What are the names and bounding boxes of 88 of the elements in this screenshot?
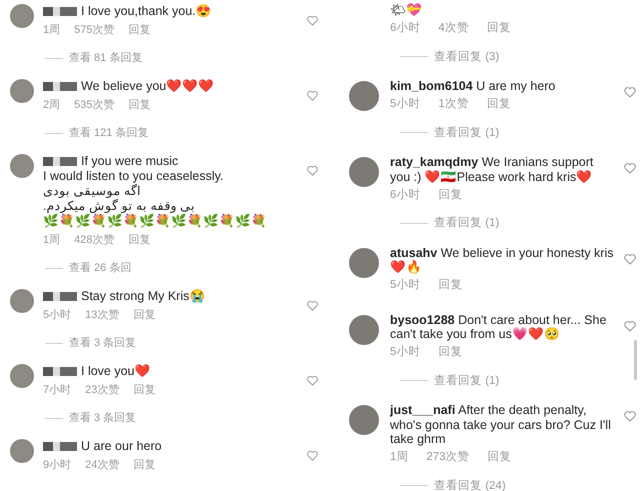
like-count: 13次赞 bbox=[85, 308, 120, 323]
comment-time: 9小时 bbox=[43, 458, 72, 473]
comment-time: 7小时 bbox=[43, 383, 72, 398]
reply-link[interactable]: 回复 bbox=[486, 21, 511, 36]
view-replies-link[interactable]: 查看回复 (3) bbox=[434, 50, 500, 64]
comment-time: 1周 bbox=[43, 23, 60, 38]
comment-time: 6小时 bbox=[390, 188, 420, 202]
like-count: 575次赞 bbox=[74, 23, 114, 38]
like-heart-icon[interactable] bbox=[306, 164, 319, 177]
pixelated-username bbox=[43, 442, 77, 451]
comment-text: raty_kamqdmy We Iranians support you :) ❤🇮🇷Please work hard kris❤ bbox=[390, 155, 594, 184]
reply-link[interactable]: 回复 bbox=[128, 23, 150, 38]
like-count: 23次赞 bbox=[85, 383, 120, 398]
reply-link[interactable]: 回复 bbox=[438, 345, 462, 360]
reply-link[interactable]: 回复 bbox=[438, 278, 462, 292]
view-replies-link[interactable]: 查看回复 (1) bbox=[434, 126, 500, 140]
view-replies-link[interactable]: 查看 3 条回复 bbox=[69, 336, 136, 351]
like-heart-icon[interactable] bbox=[306, 299, 319, 312]
view-replies-link[interactable]: 查看回复 (1) bbox=[434, 216, 500, 230]
pixelated-username bbox=[43, 7, 77, 16]
comment-text-line: I would listen to you ceaselessly. bbox=[43, 169, 224, 184]
reply-link[interactable]: 回复 bbox=[128, 233, 150, 248]
comment-text: If you were music bbox=[81, 154, 178, 169]
reply-link[interactable]: 回复 bbox=[133, 308, 156, 323]
like-heart-icon[interactable] bbox=[306, 14, 319, 27]
comment-text: U are our hero bbox=[81, 439, 162, 454]
reply-link[interactable]: 回复 bbox=[488, 450, 512, 464]
comment-text-line: بی وقفه به تو گوش میکردم. bbox=[43, 199, 195, 214]
comment-text: I love you❤ bbox=[81, 364, 151, 379]
like-heart-icon[interactable] bbox=[306, 89, 319, 102]
comment-time: 1周 bbox=[390, 450, 408, 464]
comment-time: 6小时 bbox=[390, 21, 420, 36]
comment-text: kim_bom6104 U are my hero bbox=[390, 79, 556, 94]
like-heart-icon[interactable] bbox=[306, 449, 319, 462]
comment-time: 5小时 bbox=[43, 308, 72, 323]
pixelated-username bbox=[43, 292, 77, 301]
comment-time: 1周 bbox=[43, 233, 60, 248]
avatar-photo[interactable] bbox=[349, 405, 379, 435]
pixelated-username bbox=[43, 82, 77, 91]
like-count: 24次赞 bbox=[85, 458, 120, 473]
pixelated-username bbox=[43, 157, 77, 166]
view-replies-link[interactable]: 查看回复 (24) bbox=[434, 478, 506, 491]
reply-link[interactable]: 回复 bbox=[128, 98, 150, 113]
view-replies-link[interactable]: 查看 81 条回复 bbox=[69, 51, 142, 66]
avatar-photo[interactable] bbox=[10, 79, 34, 103]
avatar-photo[interactable] bbox=[349, 81, 379, 111]
like-heart-icon[interactable] bbox=[623, 409, 637, 423]
comment-text: just___nafi After the death penalty, who's gonna take your cars bro? Cuz I'll take ghrm bbox=[390, 403, 611, 446]
view-replies-link[interactable]: 查看回复 (1) bbox=[434, 374, 500, 388]
avatar-photo[interactable] bbox=[10, 4, 34, 28]
scrollbar[interactable] bbox=[634, 340, 637, 380]
like-heart-icon[interactable] bbox=[623, 85, 637, 99]
avatar-photo[interactable] bbox=[349, 314, 379, 344]
avatar-photo[interactable] bbox=[10, 154, 34, 178]
like-heart-icon[interactable] bbox=[623, 318, 637, 332]
avatar-photo[interactable] bbox=[10, 439, 34, 463]
like-count: 1次赞 bbox=[438, 97, 469, 112]
comment-text: 🌤💝 bbox=[390, 3, 422, 18]
like-heart-icon[interactable] bbox=[623, 161, 637, 175]
avatar-photo[interactable] bbox=[349, 157, 379, 187]
view-replies-link[interactable]: 查看 3 条回复 bbox=[69, 411, 136, 426]
comment-time: 5小时 bbox=[390, 278, 420, 292]
comment-text: We believe you❤❤❤ bbox=[81, 79, 214, 94]
reply-link[interactable]: 回复 bbox=[133, 458, 156, 473]
avatar-photo[interactable] bbox=[349, 248, 379, 278]
view-replies-link[interactable]: 查看 26 条回 bbox=[69, 261, 132, 276]
reply-link[interactable]: 回复 bbox=[486, 97, 511, 112]
like-heart-icon[interactable] bbox=[306, 374, 319, 387]
comment-text-line: اگه موسیقی بودی bbox=[43, 184, 141, 198]
like-count: 273次赞 bbox=[426, 450, 470, 464]
comment-text: Stay strong My Kris😭 bbox=[81, 289, 206, 304]
view-replies-link[interactable]: 查看 121 条回复 bbox=[69, 126, 148, 141]
like-count: 428次赞 bbox=[74, 233, 114, 248]
comment-text: atusahv We believe in your honesty kris ❤🔥 bbox=[390, 246, 614, 274]
like-heart-icon[interactable] bbox=[623, 252, 637, 266]
pixelated-username bbox=[43, 367, 77, 376]
like-count: 4次赞 bbox=[438, 21, 469, 36]
avatar-photo[interactable] bbox=[10, 289, 34, 313]
reply-link[interactable]: 回复 bbox=[438, 188, 462, 202]
comment-time: 2周 bbox=[43, 98, 60, 113]
comment-text: bysoo1288 Don't care about her... She can't take you from us💗❤🥺 bbox=[390, 312, 606, 342]
comment-text-line: 🌿💐🌿💐🌿💐🌿💐🌿💐🌿💐🌿💐 bbox=[43, 214, 267, 229]
like-count: 535次赞 bbox=[74, 98, 114, 113]
avatar-photo[interactable] bbox=[10, 364, 34, 388]
comment-time: 5小时 bbox=[390, 97, 420, 112]
comment-text: I love you,thank you.😍 bbox=[81, 4, 212, 19]
comment-time: 5小时 bbox=[390, 345, 420, 360]
reply-link[interactable]: 回复 bbox=[133, 383, 156, 398]
